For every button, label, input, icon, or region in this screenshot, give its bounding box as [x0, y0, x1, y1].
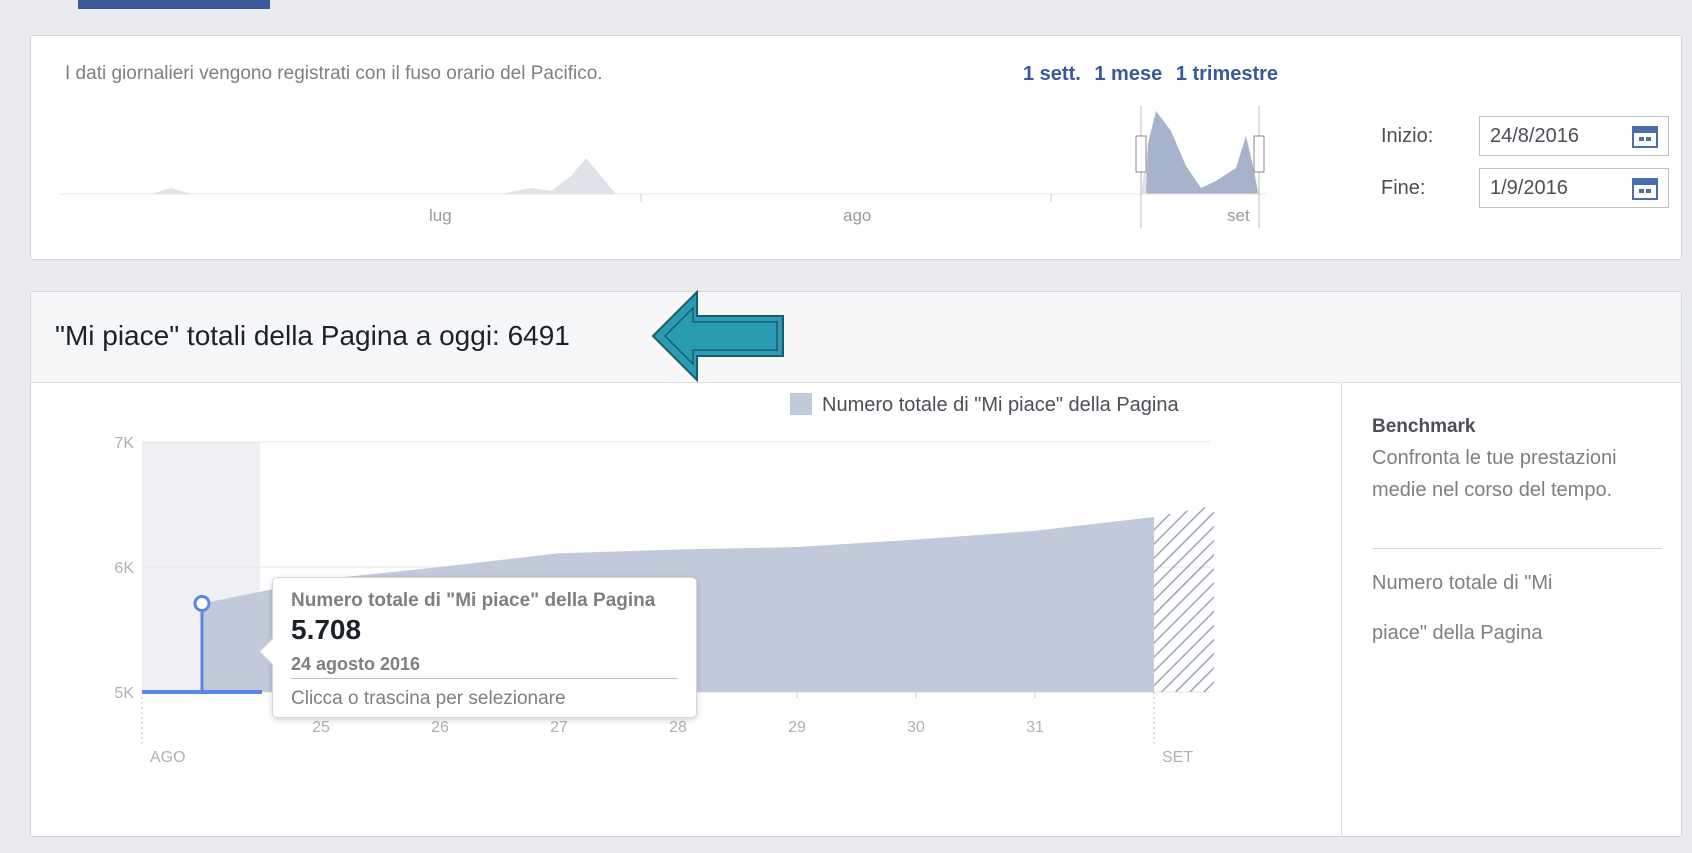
overview-month-label: set — [1227, 206, 1250, 225]
y-tick-label: 7K — [114, 435, 134, 452]
overview-month-label: lug — [429, 206, 452, 225]
date-range-card: I dati giornalieri vengono registrati co… — [30, 35, 1682, 260]
x-tick-label: 28 — [669, 719, 687, 736]
period-links: 1 sett. 1 mese 1 trimestre — [1023, 63, 1286, 86]
benchmark-title: Benchmark — [1372, 416, 1476, 437]
start-date-row: Inizio: 24/8/2016 — [1353, 116, 1683, 158]
end-date-row: Fine: 1/9/2016 — [1353, 168, 1683, 210]
end-date-field[interactable]: 1/9/2016 — [1479, 168, 1669, 208]
annotation-arrow — [651, 289, 784, 383]
x-tick-label: 26 — [431, 719, 449, 736]
calendar-icon[interactable] — [1632, 126, 1658, 148]
projected-area — [1154, 505, 1214, 692]
benchmark-panel: Benchmark Confronta le tue prestazioni m… — [1341, 382, 1684, 836]
x-tick-label: 29 — [788, 719, 806, 736]
total-likes-title: "Mi piace" totali della Pagina a oggi: 6… — [55, 320, 570, 351]
end-date-value: 1/9/2016 — [1490, 177, 1568, 199]
tooltip-divider — [291, 678, 678, 679]
likes-card-header: "Mi piace" totali della Pagina a oggi: 6… — [31, 289, 1681, 383]
start-date-label: Inizio: — [1381, 125, 1434, 147]
overview-selected-area — [1146, 111, 1258, 194]
x-tick-label: 25 — [312, 719, 330, 736]
overview-month-label: ago — [843, 206, 871, 225]
tooltip-hint: Clicca o trascina per selezionare — [291, 688, 566, 709]
start-date-value: 24/8/2016 — [1490, 125, 1579, 147]
benchmark-divider — [1372, 548, 1662, 549]
period-quarter-link[interactable]: 1 trimestre — [1176, 63, 1278, 85]
benchmark-metric-option[interactable]: Numero totale di "Mi piace" della Pagina — [1372, 558, 1602, 658]
start-date-field[interactable]: 24/8/2016 — [1479, 116, 1669, 156]
active-tab-indicator — [78, 0, 270, 9]
overview-timeline[interactable]: lug ago set — [61, 106, 1271, 236]
month-label: SET — [1162, 749, 1193, 766]
data-tooltip: Numero totale di "Mi piace" della Pagina… — [272, 577, 697, 718]
month-label: AGO — [150, 749, 186, 766]
x-tick-label: 30 — [907, 719, 925, 736]
benchmark-description: Confronta le tue prestazioni medie nel c… — [1372, 447, 1617, 501]
period-week-link[interactable]: 1 sett. — [1023, 63, 1081, 85]
period-month-link[interactable]: 1 mese — [1094, 63, 1162, 85]
tooltip-title: Numero totale di "Mi piace" della Pagina — [291, 590, 656, 611]
tooltip-date: 24 agosto 2016 — [291, 654, 421, 674]
calendar-icon[interactable] — [1632, 178, 1658, 200]
x-tick-label: 31 — [1026, 719, 1044, 736]
x-tick-label: 27 — [550, 719, 568, 736]
y-tick-label: 6K — [114, 560, 134, 577]
selected-point — [193, 595, 211, 612]
range-handle-left[interactable] — [1135, 135, 1147, 173]
overview-area — [61, 111, 1259, 194]
end-date-label: Fine: — [1381, 177, 1426, 199]
y-tick-label: 5K — [114, 685, 134, 702]
tooltip-value: 5.708 — [291, 614, 362, 645]
timezone-note: I dati giornalieri vengono registrati co… — [65, 63, 603, 84]
range-handle-right[interactable] — [1253, 135, 1265, 173]
